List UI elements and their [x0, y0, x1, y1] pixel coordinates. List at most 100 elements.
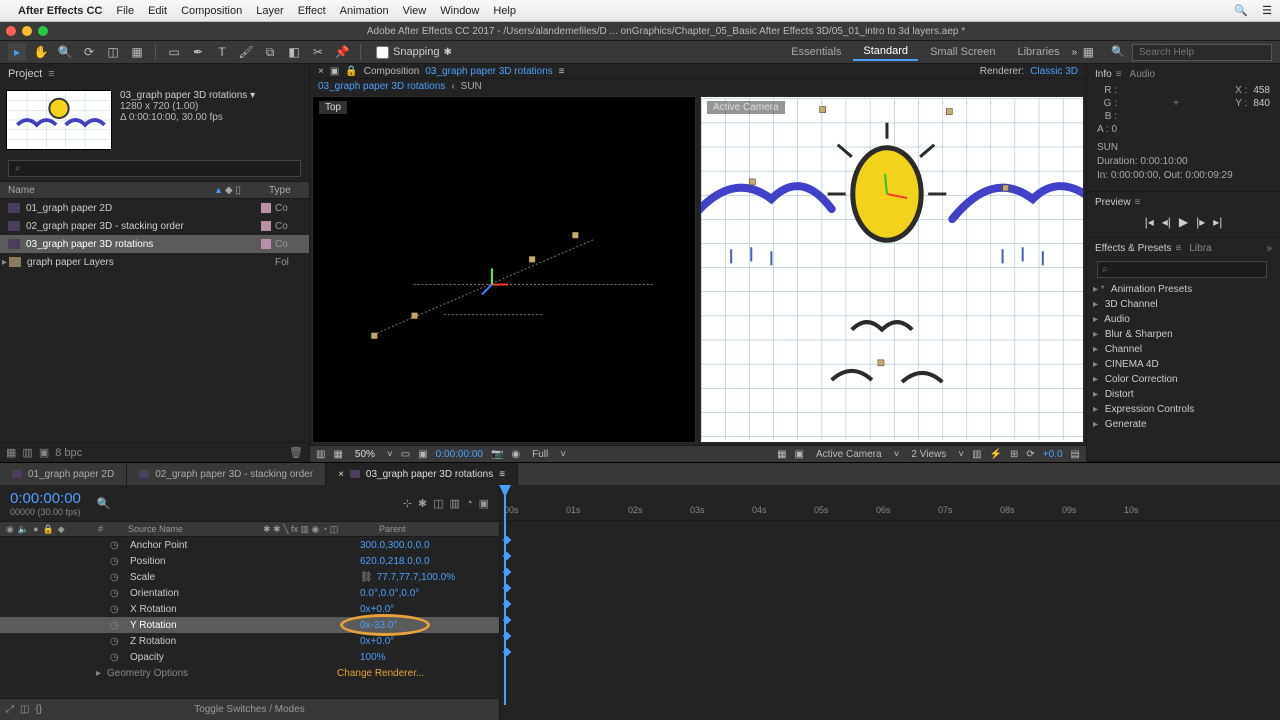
draft-3d-icon[interactable]: ✱ [418, 497, 427, 510]
orbit-tool-icon[interactable]: ⟳ [80, 43, 98, 61]
menu-effect[interactable]: Effect [298, 5, 326, 17]
audio-column-icon[interactable]: 🔈 [18, 524, 29, 535]
comp-footer-icon[interactable]: ▥ [316, 449, 325, 460]
lock-column-icon[interactable]: 🔒 [43, 524, 54, 535]
new-comp-icon[interactable]: ▣ [39, 446, 49, 459]
roi-icon[interactable]: ▣ [795, 449, 804, 460]
view-top[interactable]: Top [312, 96, 696, 443]
renderer-value[interactable]: Classic 3D [1030, 66, 1078, 77]
audio-tab[interactable]: Audio [1130, 69, 1156, 80]
window-zoom-button[interactable] [38, 26, 48, 36]
col-source[interactable]: Source Name [128, 524, 263, 534]
constrain-icon[interactable]: ⛓ [360, 572, 373, 583]
menu-window[interactable]: Window [440, 5, 479, 17]
project-row[interactable]: 01_graph paper 2D Co [0, 199, 309, 217]
stopwatch-icon[interactable]: ◷ [110, 604, 122, 615]
workspace-small-screen[interactable]: Small Screen [920, 44, 1005, 60]
effects-tree-item[interactable]: CINEMA 4D [1087, 357, 1280, 372]
label-swatch[interactable] [261, 203, 271, 213]
timeline-tab[interactable]: ×03_graph paper 3D rotations≡ [326, 463, 518, 485]
timeline-icon[interactable]: ⊞ [1010, 449, 1018, 460]
window-minimize-button[interactable] [22, 26, 32, 36]
prop-value[interactable]: 100% [360, 652, 386, 663]
spotlight-icon[interactable]: 🔍 [1234, 4, 1248, 17]
timeline-prop-row[interactable]: ◷Opacity100% [0, 649, 499, 665]
magnification-select[interactable]: 50% [351, 448, 379, 461]
pixel-aspect-icon[interactable]: ▥ [972, 449, 981, 460]
menu-file[interactable]: File [116, 5, 134, 17]
eye-column-icon[interactable]: ◉ [6, 524, 14, 535]
effects-search-input[interactable] [1097, 261, 1267, 278]
keyframe-icon[interactable] [503, 616, 511, 624]
current-timecode[interactable]: 0:00:00:00 [10, 490, 81, 507]
label-swatch[interactable] [261, 239, 271, 249]
timeline-prop-row[interactable]: ◷Scale⛓77.7,77.7,100.0% [0, 569, 499, 585]
snapping-checkbox[interactable] [376, 46, 389, 59]
chevron-down-icon[interactable]: ˅ [958, 449, 964, 460]
twirl-icon[interactable]: ▸ [2, 257, 7, 268]
reset-exposure-icon[interactable]: ⟳ [1026, 449, 1034, 460]
project-search-input[interactable] [8, 160, 301, 177]
chevron-down-icon[interactable]: ˅ [560, 449, 566, 460]
keyframe-icon[interactable] [503, 584, 511, 592]
timeline-prop-row[interactable]: ◷Y Rotation0x-33.0° [0, 617, 499, 633]
transparency-grid-icon[interactable]: ▦ [777, 449, 786, 460]
snapping-toggle[interactable]: Snapping ✱ [376, 46, 452, 59]
zoom-tool-icon[interactable]: 🔍 [56, 43, 74, 61]
brace-icon[interactable]: {} [35, 704, 42, 715]
interpret-footage-icon[interactable]: ▦ [6, 446, 16, 459]
bpc-label[interactable]: 8 bpc [55, 447, 82, 459]
workspace-essentials[interactable]: Essentials [781, 44, 851, 60]
toggle-mask-icon[interactable]: ▣ [418, 449, 427, 460]
view-active-camera[interactable]: Active Camera [700, 96, 1084, 443]
chevron-down-icon[interactable]: ˅ [894, 449, 900, 460]
prop-value[interactable]: 0x+0.0° [360, 636, 394, 647]
window-close-button[interactable] [6, 26, 16, 36]
label-swatch[interactable] [261, 221, 271, 231]
effects-tree-item[interactable]: Distort [1087, 387, 1280, 402]
keyframe-icon[interactable] [503, 632, 511, 640]
project-row[interactable]: 03_graph paper 3D rotations Co [0, 235, 309, 253]
timeline-right[interactable]: 00s 01s 02s 03s 04s 05s 06s 07s 08s 09s … [500, 485, 1280, 720]
project-panel-tab[interactable]: Project ≡ [0, 64, 309, 84]
comp-footer-icon[interactable]: ▦ [333, 449, 342, 460]
panel-menu-icon[interactable]: ≡ [499, 469, 505, 480]
timeline-prop-row[interactable]: ◷Z Rotation0x+0.0° [0, 633, 499, 649]
view-select[interactable]: Active Camera [812, 448, 886, 461]
motion-blur-icon[interactable]: ◔ [466, 497, 473, 510]
timeline-tab[interactable]: 02_graph paper 3D - stacking order [127, 463, 326, 485]
menu-composition[interactable]: Composition [181, 5, 242, 17]
type-tool-icon[interactable]: T [213, 43, 231, 61]
snapshot-icon[interactable]: 📷 [491, 449, 503, 460]
effects-tree-item[interactable]: Generate [1087, 417, 1280, 432]
time-ruler[interactable]: 00s 01s 02s 03s 04s 05s 06s 07s 08s 09s … [500, 485, 1280, 521]
panel-menu-icon[interactable]: ≡ [559, 66, 565, 77]
chevron-down-icon[interactable]: ˅ [387, 449, 393, 460]
label-column-icon[interactable]: ◆ [58, 524, 65, 535]
libraries-tab[interactable]: Libra [1189, 243, 1211, 254]
resolution-select[interactable]: Full [528, 448, 552, 461]
rect-tool-icon[interactable]: ▭ [165, 43, 183, 61]
solo-column-icon[interactable]: ● [33, 524, 38, 534]
prop-value[interactable]: 0x-33.0° [360, 620, 397, 631]
breadcrumb-root[interactable]: 03_graph paper 3D rotations [318, 81, 445, 92]
camera-tool-icon[interactable]: ▦ [128, 43, 146, 61]
stopwatch-icon[interactable]: ◷ [110, 652, 122, 663]
brush-tool-icon[interactable]: 🖌 [237, 43, 255, 61]
project-row[interactable]: ▸ graph paper Layers Fol [0, 253, 309, 271]
timeline-prop-row[interactable]: ◷Position620.0,218.0,0.0 [0, 553, 499, 569]
menu-help[interactable]: Help [493, 5, 516, 17]
keyframe-icon[interactable] [503, 648, 511, 656]
menu-view[interactable]: View [403, 5, 427, 17]
workspace-standard[interactable]: Standard [853, 43, 918, 61]
timeline-prop-row[interactable]: ▸Geometry OptionsChange Renderer... [0, 665, 499, 681]
workspace-libraries[interactable]: Libraries [1007, 44, 1069, 60]
timeline-prop-row[interactable]: ◷X Rotation0x+0.0° [0, 601, 499, 617]
stopwatch-icon[interactable]: ◷ [110, 620, 122, 631]
prop-value[interactable]: 77.7,77.7,100.0% [377, 572, 455, 583]
hand-tool-icon[interactable]: ✋ [32, 43, 50, 61]
selection-tool-icon[interactable]: ▸ [8, 43, 26, 61]
timeline-tab[interactable]: 01_graph paper 2D [0, 463, 127, 485]
fast-preview-icon[interactable]: ⚡ [990, 449, 1002, 460]
timeline-prop-row[interactable]: ◷Anchor Point300.0,300.0,0.0 [0, 537, 499, 553]
